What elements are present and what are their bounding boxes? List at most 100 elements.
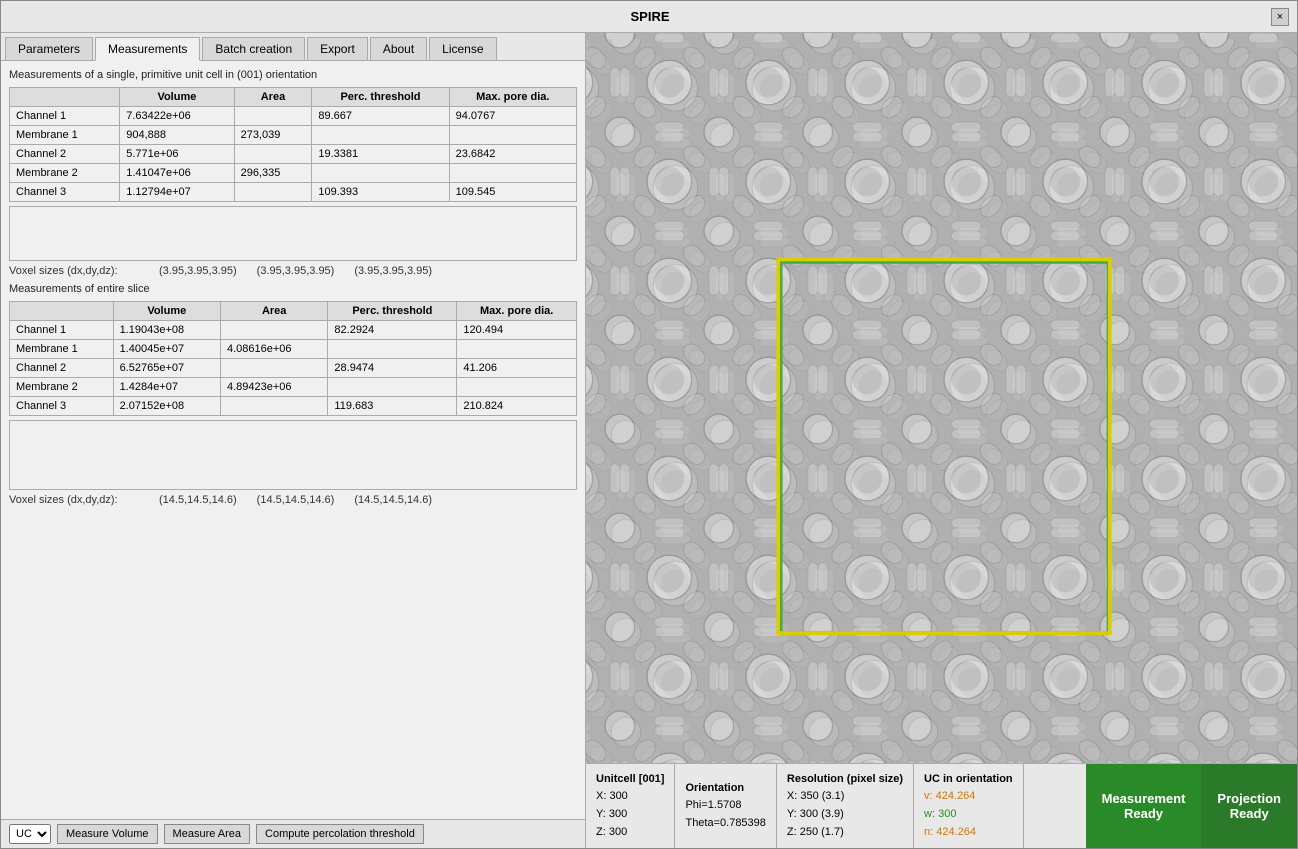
table-row: Membrane 1904,888273,039 bbox=[10, 126, 577, 145]
col-header-label bbox=[10, 88, 120, 107]
mesh-visualization bbox=[586, 33, 1297, 763]
main-window: SPIRE × Parameters Measurements Batch cr… bbox=[0, 0, 1298, 849]
phi-value: Phi=1.5708 bbox=[685, 797, 765, 815]
uc-orientation-section: UC in orientation v: 424.264 w: 300 n: 4… bbox=[914, 764, 1024, 848]
row-cell bbox=[220, 397, 327, 416]
unitcell-z: Z: 300 bbox=[596, 824, 664, 842]
theta-value: Theta=0.785398 bbox=[685, 815, 765, 833]
uc-n: n: 424.264 bbox=[924, 824, 1013, 842]
row-label: Channel 3 bbox=[10, 183, 120, 202]
row-label: Channel 2 bbox=[10, 145, 120, 164]
row-cell bbox=[328, 378, 457, 397]
uc-w: w: 300 bbox=[924, 806, 1013, 824]
row-cell: 28.9474 bbox=[328, 359, 457, 378]
row-cell: 82.2924 bbox=[328, 321, 457, 340]
table-row: Channel 32.07152e+08119.683210.824 bbox=[10, 397, 577, 416]
table1-spacer bbox=[9, 206, 577, 261]
orientation-label: Orientation bbox=[685, 780, 765, 798]
row-cell: 23.6842 bbox=[449, 145, 576, 164]
tab-parameters[interactable]: Parameters bbox=[5, 37, 93, 60]
uc-dropdown[interactable]: UC bbox=[9, 824, 51, 844]
table-row: Membrane 11.40045e+074.08616e+06 bbox=[10, 340, 577, 359]
tab-measurements[interactable]: Measurements bbox=[95, 37, 200, 61]
col-header-volume: Volume bbox=[120, 88, 234, 107]
row-cell: 120.494 bbox=[457, 321, 577, 340]
status-bar: Unitcell [001] X: 300 Y: 300 Z: 300 Orie… bbox=[586, 763, 1297, 848]
voxel-val1-1: (3.95,3.95,3.95) bbox=[257, 265, 335, 277]
row-cell: 41.206 bbox=[457, 359, 577, 378]
tab-export[interactable]: Export bbox=[307, 37, 368, 60]
table-row: Channel 26.52765e+0728.947441.206 bbox=[10, 359, 577, 378]
tab-bar: Parameters Measurements Batch creation E… bbox=[1, 33, 585, 61]
voxel-val2-2: (14.5,14.5,14.6) bbox=[354, 494, 432, 506]
row-cell bbox=[457, 378, 577, 397]
resolution-label: Resolution (pixel size) bbox=[787, 771, 903, 789]
compute-percolation-button[interactable]: Compute percolation threshold bbox=[256, 824, 424, 844]
table-row: Channel 11.19043e+08 82.2924120.494 bbox=[10, 321, 577, 340]
table-row: Channel 31.12794e+07109.393109.545 bbox=[10, 183, 577, 202]
res-x: X: 350 (3.1) bbox=[787, 788, 903, 806]
col2-header-maxpore: Max. pore dia. bbox=[457, 302, 577, 321]
row-cell bbox=[234, 107, 312, 126]
row-cell bbox=[234, 183, 312, 202]
measure-area-button[interactable]: Measure Area bbox=[164, 824, 250, 844]
table-row: Membrane 21.41047e+06296,335 bbox=[10, 164, 577, 183]
row-label: Membrane 1 bbox=[10, 126, 120, 145]
unitcell-x: X: 300 bbox=[596, 788, 664, 806]
voxel-val1-0: (3.95,3.95,3.95) bbox=[159, 265, 237, 277]
row-cell bbox=[220, 359, 327, 378]
row-cell: 19.3381 bbox=[312, 145, 449, 164]
measurement-ready-button[interactable]: Measurement Ready bbox=[1086, 764, 1202, 848]
row-cell: 94.0767 bbox=[449, 107, 576, 126]
image-area bbox=[586, 33, 1297, 763]
row-cell: 109.545 bbox=[449, 183, 576, 202]
voxel-row2: Voxel sizes (dx,dy,dz): (14.5,14.5,14.6)… bbox=[9, 494, 577, 506]
row-cell bbox=[328, 340, 457, 359]
row-cell bbox=[234, 145, 312, 164]
title-bar: SPIRE × bbox=[1, 1, 1297, 33]
row-cell: 4.89423e+06 bbox=[220, 378, 327, 397]
bottom-toolbar: UC Measure Volume Measure Area Compute p… bbox=[1, 819, 585, 848]
voxel-label2: Voxel sizes (dx,dy,dz): bbox=[9, 494, 139, 506]
left-panel: Parameters Measurements Batch creation E… bbox=[1, 33, 586, 848]
row-cell bbox=[449, 164, 576, 183]
section1-title: Measurements of a single, primitive unit… bbox=[9, 69, 577, 81]
voxel-label1: Voxel sizes (dx,dy,dz): bbox=[9, 265, 139, 277]
col-header-area: Area bbox=[234, 88, 312, 107]
voxel-val2-1: (14.5,14.5,14.6) bbox=[257, 494, 335, 506]
row-label: Membrane 2 bbox=[10, 378, 114, 397]
window-title: SPIRE bbox=[29, 9, 1271, 24]
orientation-section: Orientation Phi=1.5708 Theta=0.785398 bbox=[675, 764, 776, 848]
unitcell-label: Unitcell [001] bbox=[596, 771, 664, 789]
row-cell: 7.63422e+06 bbox=[120, 107, 234, 126]
row-cell: 1.19043e+08 bbox=[113, 321, 220, 340]
voxel-val1-2: (3.95,3.95,3.95) bbox=[354, 265, 432, 277]
tab-about[interactable]: About bbox=[370, 37, 427, 60]
row-cell: 1.4284e+07 bbox=[113, 378, 220, 397]
row-cell bbox=[312, 164, 449, 183]
row-cell bbox=[457, 340, 577, 359]
row-cell: 296,335 bbox=[234, 164, 312, 183]
row-cell: 5.771e+06 bbox=[120, 145, 234, 164]
tab-license[interactable]: License bbox=[429, 37, 496, 60]
resolution-section: Resolution (pixel size) X: 350 (3.1) Y: … bbox=[777, 764, 914, 848]
measurement-ready-line2: Ready bbox=[1124, 806, 1163, 821]
col2-header-area: Area bbox=[220, 302, 327, 321]
projection-ready-button[interactable]: Projection Ready bbox=[1201, 764, 1297, 848]
col2-header-label bbox=[10, 302, 114, 321]
row-cell: 210.824 bbox=[457, 397, 577, 416]
row-cell bbox=[449, 126, 576, 145]
row-label: Channel 1 bbox=[10, 321, 114, 340]
measure-volume-button[interactable]: Measure Volume bbox=[57, 824, 158, 844]
row-cell: 273,039 bbox=[234, 126, 312, 145]
uc-orientation-label: UC in orientation bbox=[924, 771, 1013, 789]
table2: Volume Area Perc. threshold Max. pore di… bbox=[9, 301, 577, 416]
row-cell bbox=[220, 321, 327, 340]
tab-batch-creation[interactable]: Batch creation bbox=[202, 37, 305, 60]
row-cell: 2.07152e+08 bbox=[113, 397, 220, 416]
row-cell: 904,888 bbox=[120, 126, 234, 145]
close-button[interactable]: × bbox=[1271, 8, 1289, 26]
voxel-val2-0: (14.5,14.5,14.6) bbox=[159, 494, 237, 506]
row-cell: 119.683 bbox=[328, 397, 457, 416]
measurements-panel: Measurements of a single, primitive unit… bbox=[1, 61, 585, 819]
